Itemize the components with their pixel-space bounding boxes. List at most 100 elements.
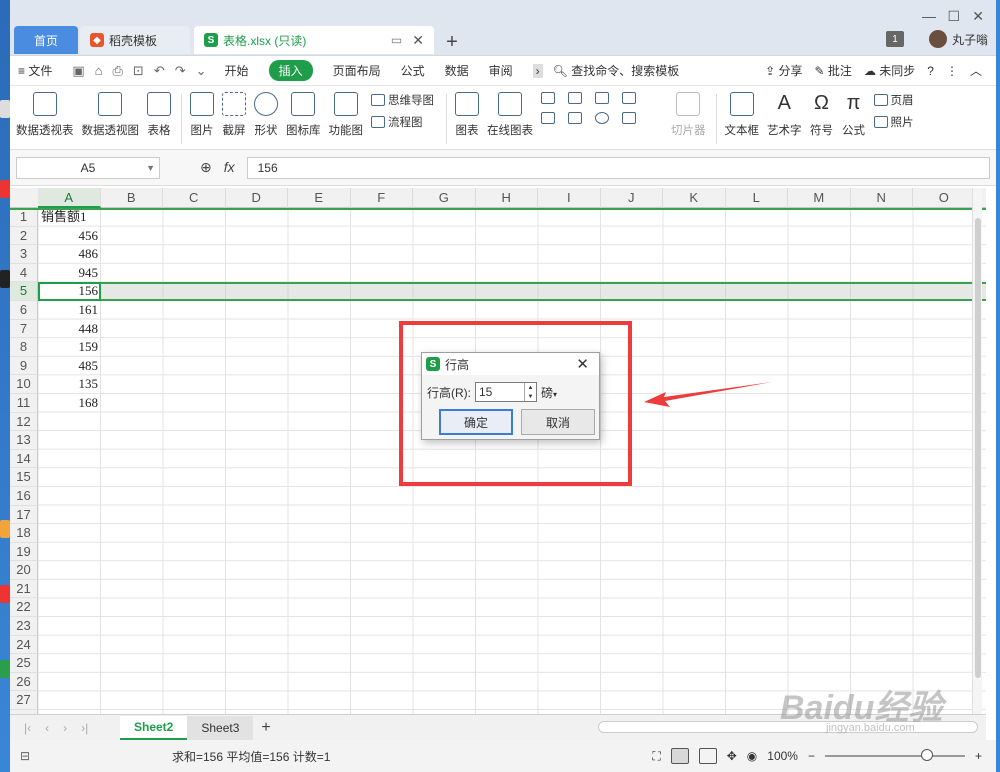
column-header-j[interactable]: J xyxy=(601,188,663,208)
menu-item-data[interactable]: 数据 xyxy=(445,62,469,79)
desktop-icon[interactable] xyxy=(0,270,10,288)
pivot-table-button[interactable]: 数据透视表 xyxy=(16,90,74,138)
symbol-button[interactable]: Ω 符号 xyxy=(810,90,834,138)
cell-a4[interactable]: 945 xyxy=(38,264,100,283)
column-header-i[interactable]: I xyxy=(538,188,601,208)
comment-button[interactable]: ✎ 批注 xyxy=(815,62,852,79)
column-header-d[interactable]: D xyxy=(226,188,288,208)
column-header-l[interactable]: L xyxy=(726,188,788,208)
user-account[interactable]: 丸子嗡 xyxy=(928,30,988,48)
word-art-button[interactable]: A 艺术字 xyxy=(767,90,802,138)
column-header-n[interactable]: N xyxy=(851,188,913,208)
row-header-20[interactable]: 20 xyxy=(10,561,38,580)
new-tab-button[interactable]: + xyxy=(440,28,464,56)
row-header-23[interactable]: 23 xyxy=(10,617,38,636)
zoom-out-icon[interactable]: − xyxy=(808,749,815,763)
zoom-level[interactable]: 100% xyxy=(767,749,798,763)
column-header-o[interactable]: O xyxy=(913,188,976,208)
cell-a7[interactable]: 448 xyxy=(38,320,100,339)
chart-button[interactable]: 图表 xyxy=(455,90,479,138)
ok-button[interactable]: 确定 xyxy=(439,409,513,435)
formula-input[interactable]: 156 xyxy=(246,156,990,179)
print-icon[interactable]: ⎙ xyxy=(113,63,123,79)
area-chart-icon[interactable] xyxy=(541,112,555,124)
insert-function-button[interactable]: fx xyxy=(224,159,235,176)
active-cell-a5[interactable]: 156 xyxy=(38,282,101,302)
row-header-25[interactable]: 25 xyxy=(10,654,38,673)
desktop-icon[interactable] xyxy=(0,100,10,118)
save-icon[interactable]: ▣ xyxy=(72,63,84,79)
first-sheet-icon[interactable]: |‹ xyxy=(24,721,31,735)
column-header-f[interactable]: F xyxy=(351,188,413,208)
close-window-icon[interactable]: ✕ xyxy=(972,8,984,25)
row-header-10[interactable]: 10 xyxy=(10,375,38,394)
up-arrow-icon[interactable]: ▲ xyxy=(528,385,534,391)
row-header-4[interactable]: 4 xyxy=(10,263,38,283)
online-chart-button[interactable]: 在线图表 xyxy=(487,90,533,138)
share-button[interactable]: ⇪ 分享 xyxy=(765,62,802,79)
row-header-19[interactable]: 19 xyxy=(10,542,38,562)
row-header-6[interactable]: 6 xyxy=(10,300,38,320)
row-header-3[interactable]: 3 xyxy=(10,245,38,264)
picture-button[interactable]: 图片 xyxy=(190,90,214,138)
pin-icon[interactable]: ▭ xyxy=(391,33,402,47)
tab-home[interactable]: 首页 xyxy=(14,26,78,54)
row-header-13[interactable]: 13 xyxy=(10,431,38,450)
stepper-arrows[interactable]: ▲ ▼ xyxy=(524,383,536,401)
photo-button[interactable]: 照片 xyxy=(873,114,914,130)
flowchart-button[interactable]: 流程图 xyxy=(371,114,434,130)
zoom-in-icon[interactable]: + xyxy=(975,749,982,763)
column-header-b[interactable]: B xyxy=(101,188,163,208)
function-chart-button[interactable]: 功能图 xyxy=(329,90,363,138)
column-header-g[interactable]: G xyxy=(413,188,476,208)
more-menu-icon[interactable]: › xyxy=(532,63,543,78)
redo-icon[interactable]: ↷ xyxy=(175,63,186,79)
vertical-scrollbar[interactable] xyxy=(972,188,982,714)
row-header-24[interactable]: 24 xyxy=(10,635,38,655)
row-header-14[interactable]: 14 xyxy=(10,449,38,469)
screenshot-button[interactable]: 截屏 xyxy=(222,90,246,138)
desktop-icon[interactable] xyxy=(0,585,10,603)
row-header-1[interactable]: 1 xyxy=(10,208,38,227)
cell-a1[interactable]: 销售额1 xyxy=(38,208,100,227)
pie-chart-icon[interactable] xyxy=(595,112,609,124)
cell-a10[interactable]: 135 xyxy=(38,375,100,394)
row-height-stepper[interactable]: 15 ▲ ▼ xyxy=(475,382,537,402)
name-box[interactable]: A5 ▼ xyxy=(16,156,160,179)
zoom-slider[interactable] xyxy=(824,749,965,761)
zoom-slider-knob[interactable] xyxy=(920,749,933,761)
bar-chart-icon[interactable] xyxy=(568,92,582,104)
radar-chart-icon[interactable] xyxy=(622,92,636,104)
menu-item-home[interactable]: 开始 xyxy=(225,62,249,79)
cell-a2[interactable]: 456 xyxy=(38,227,100,246)
row-header-21[interactable]: 21 xyxy=(10,579,38,599)
header-footer-button[interactable]: 页眉 xyxy=(873,92,914,108)
last-sheet-icon[interactable]: ›| xyxy=(81,721,88,735)
command-search[interactable]: 🔍︎ 查找命令、搜索模板 xyxy=(553,62,680,79)
collapse-ribbon-icon[interactable]: ︿ xyxy=(970,62,982,79)
row-header-15[interactable]: 15 xyxy=(10,468,38,487)
format-painter-icon[interactable]: ⌂ xyxy=(95,63,103,79)
down-arrow-icon[interactable]: ▼ xyxy=(528,394,534,400)
cell-a8[interactable]: 159 xyxy=(38,338,100,357)
desktop-icon[interactable] xyxy=(0,660,10,678)
column-header-c[interactable]: C xyxy=(163,188,226,208)
cell-a9[interactable]: 485 xyxy=(38,357,100,376)
menu-item-page-layout[interactable]: 页面布局 xyxy=(333,62,381,79)
column-header-m[interactable]: M xyxy=(788,188,851,208)
undo-icon[interactable]: ↶ xyxy=(154,63,165,79)
row-header-16[interactable]: 16 xyxy=(10,486,38,506)
chevron-down-icon[interactable]: ⌄ xyxy=(196,63,207,79)
tab-docer-templates[interactable]: ◆ 稻壳模板 xyxy=(80,26,190,54)
row-header-12[interactable]: 12 xyxy=(10,412,38,432)
close-tab-icon[interactable]: ✕ xyxy=(412,32,424,49)
pivot-chart-button[interactable]: 数据透视图 xyxy=(82,90,139,138)
table-button[interactable]: 表格 xyxy=(147,90,171,138)
page-break-view-button[interactable] xyxy=(698,748,717,764)
print-preview-icon[interactable]: ⊡ xyxy=(133,63,144,79)
scatter-chart-icon[interactable] xyxy=(622,112,636,124)
cell-a11[interactable]: 168 xyxy=(38,394,100,413)
chevron-down-icon[interactable]: ▼ xyxy=(146,163,155,173)
sync-button[interactable]: ☁ 未同步 xyxy=(864,62,915,79)
desktop-icon[interactable] xyxy=(0,520,10,538)
